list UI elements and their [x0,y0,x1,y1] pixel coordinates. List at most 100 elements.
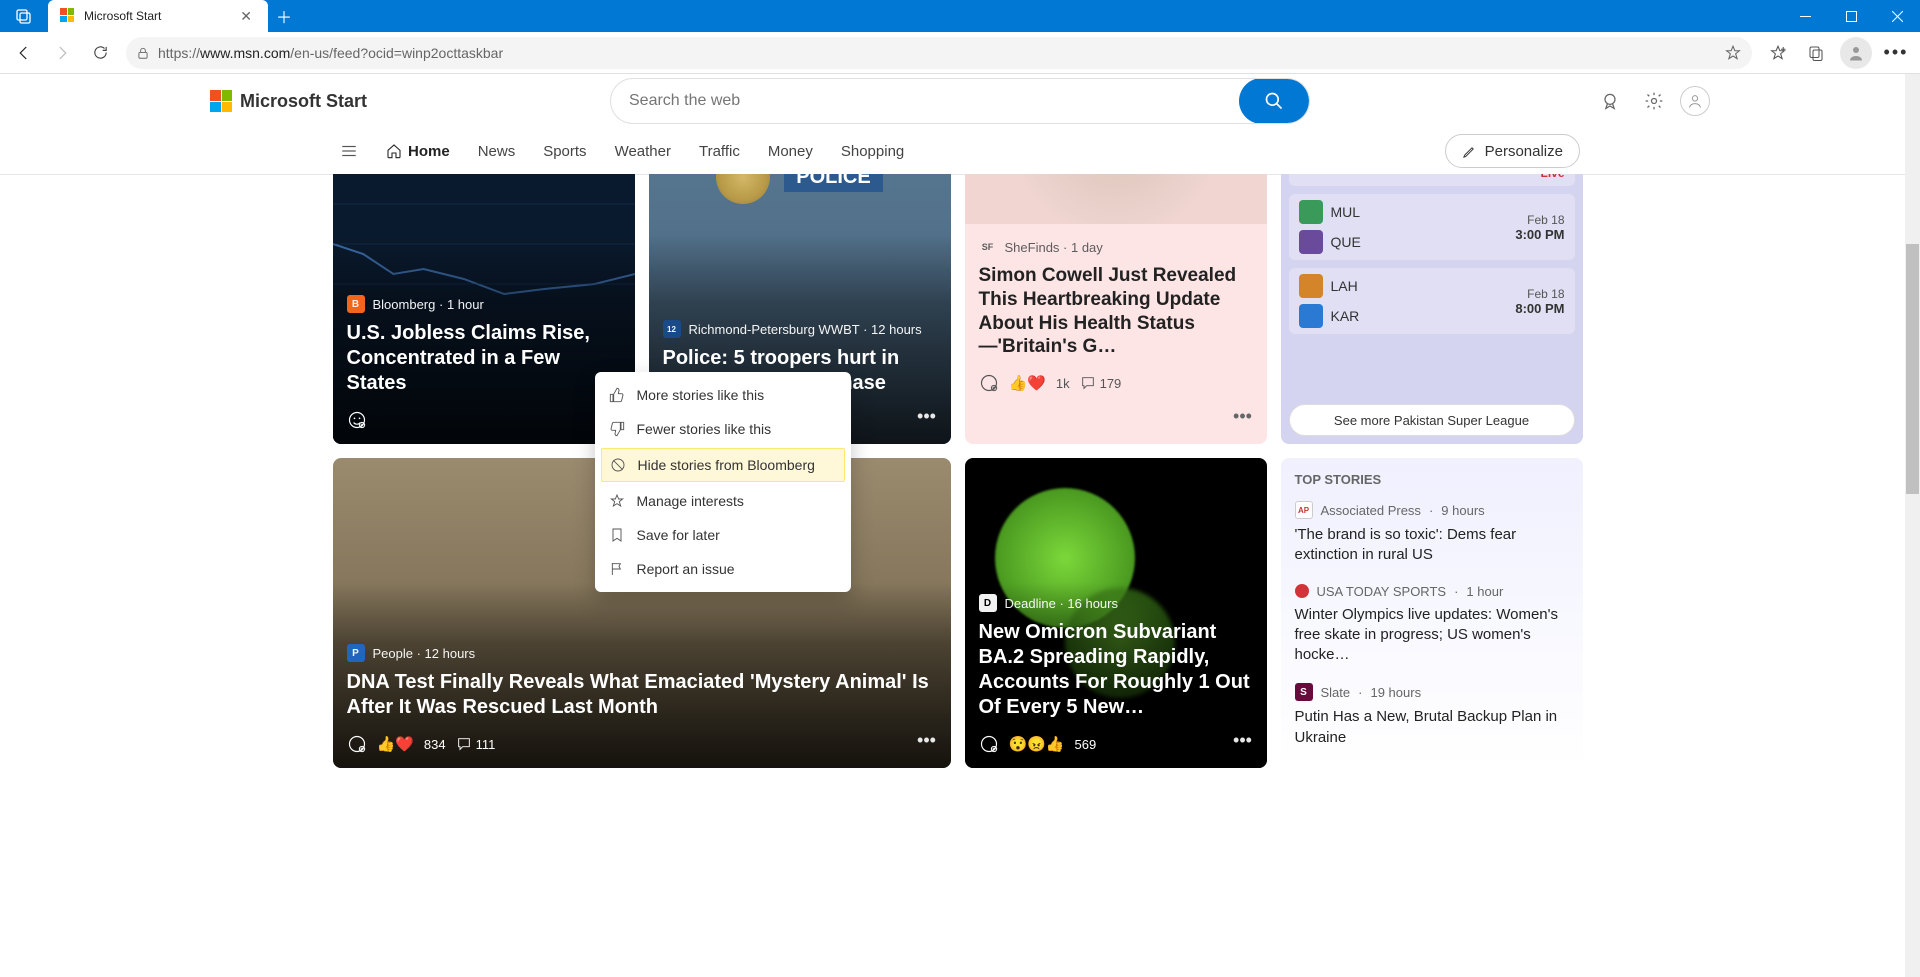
main-nav: Home News Sports Weather Traffic Money S… [330,128,1590,174]
back-button[interactable] [6,35,42,71]
settings-icon[interactable] [1636,83,1672,119]
nav-item-home[interactable]: Home [386,143,450,160]
reaction-count: 569 [1075,737,1097,752]
live-badge: Live [1299,174,1565,180]
card-source: People · 12 hours [373,646,476,661]
new-tab-button[interactable]: ＋ [268,0,300,32]
nav-item-weather[interactable]: Weather [615,143,671,160]
card-source: SheFinds · 1 day [1005,240,1103,255]
react-icon[interactable] [979,734,999,754]
nav-item-money[interactable]: Money [768,143,813,160]
window-minimize-button[interactable] [1782,0,1828,32]
news-card-deadline[interactable]: D Deadline · 16 hours New Omicron Subvar… [965,458,1267,768]
nav-item-traffic[interactable]: Traffic [699,143,740,160]
settings-more-button[interactable]: ••• [1878,35,1914,71]
story-title: 'The brand is so toxic': Dems fear extin… [1295,525,1569,566]
top-story-item[interactable]: SSlate · 19 hours Putin Has a New, Bruta… [1295,683,1569,748]
pencil-icon [1462,144,1477,159]
scrollbar-thumb[interactable] [1906,244,1919,494]
star-icon [609,493,625,509]
nav-menu-button[interactable] [340,142,358,160]
tab-close-button[interactable]: ✕ [236,8,256,25]
search-box [610,78,1310,124]
nav-item-news[interactable]: News [478,143,516,160]
source-badge-icon: SF [979,238,997,256]
menu-fewer-stories[interactable]: Fewer stories like this [595,412,851,446]
comment-icon[interactable]: 111 [456,736,496,752]
card-image [965,174,1267,224]
match-row[interactable]: MUL QUE Feb 183:00 PM [1289,194,1575,260]
reaction-count: 1k [1056,376,1070,391]
feed-grid: B Bloomberg · 1 hour U.S. Jobless Claims… [323,174,1583,788]
card-context-menu: More stories like this Fewer stories lik… [595,372,851,592]
nav-item-shopping[interactable]: Shopping [841,143,904,160]
card-source: Deadline · 16 hours [1005,596,1118,611]
card-more-button[interactable]: ••• [1229,726,1257,754]
tab-actions-button[interactable] [0,0,48,32]
bookmark-icon [609,527,625,543]
favorite-page-icon[interactable] [1724,44,1742,62]
source-badge-icon: D [979,594,997,612]
top-story-item[interactable]: APAssociated Press · 9 hours 'The brand … [1295,501,1569,566]
source-badge-icon: S [1295,683,1313,701]
browser-tab[interactable]: Microsoft Start ✕ [48,0,268,32]
reaction-count: 834 [424,737,446,752]
card-more-button[interactable]: ••• [913,726,941,754]
card-title: U.S. Jobless Claims Rise, Concentrated i… [347,321,621,396]
source-badge-icon: B [347,295,365,313]
menu-manage-interests[interactable]: Manage interests [595,484,851,518]
tab-title: Microsoft Start [84,9,228,23]
search-input[interactable] [629,92,1239,110]
see-more-sports-button[interactable]: See more Pakistan Super League [1289,404,1575,436]
microsoft-logo-icon [210,90,232,112]
top-story-item[interactable]: USA TODAY SPORTS · 1 hour Winter Olympic… [1295,584,1569,666]
address-bar[interactable]: https://www.msn.com/en-us/feed?ocid=winp… [126,37,1752,69]
window-close-button[interactable] [1874,0,1920,32]
collections-button[interactable] [1798,35,1834,71]
menu-hide-stories[interactable]: Hide stories from Bloomberg [601,448,845,482]
profile-button[interactable] [1840,37,1872,69]
card-more-button[interactable]: ••• [913,402,941,430]
menu-report-issue[interactable]: Report an issue [595,552,851,586]
match-row-live[interactable]: ISLYet to bat PES0/0 (0.0) Live [1289,174,1575,186]
card-title: Simon Cowell Just Revealed This Heartbre… [979,264,1253,359]
site-header: Microsoft Start [190,74,1730,128]
card-more-button[interactable]: ••• [1229,402,1257,430]
match-row[interactable]: LAH KAR Feb 188:00 PM [1289,268,1575,334]
tab-favicon-icon [60,8,76,24]
personalize-button[interactable]: Personalize [1445,134,1580,168]
card-source: Bloomberg · 1 hour [373,297,484,312]
home-icon [386,143,402,159]
account-button[interactable] [1680,86,1710,116]
top-stories-widget: TOP STORIES APAssociated Press · 9 hours… [1281,458,1583,768]
menu-save-later[interactable]: Save for later [595,518,851,552]
react-icon[interactable] [979,373,999,393]
react-icon[interactable] [347,734,367,754]
reaction-emojis: 👍❤️ [1009,374,1046,392]
hide-icon [610,457,626,473]
refresh-button[interactable] [82,35,118,71]
vertical-scrollbar[interactable] [1905,74,1920,977]
news-card-bloomberg[interactable]: B Bloomberg · 1 hour U.S. Jobless Claims… [333,174,635,444]
forward-button[interactable] [44,35,80,71]
favorites-button[interactable] [1760,35,1796,71]
widget-title: TOP STORIES [1295,472,1569,487]
story-title: Putin Has a New, Brutal Backup Plan in U… [1295,707,1569,748]
sports-widget: ISLYet to bat PES0/0 (0.0) Live MUL QUE … [1281,174,1583,444]
react-icon[interactable] [347,410,367,430]
rewards-icon[interactable] [1592,83,1628,119]
source-badge-icon: P [347,644,365,662]
url-text: https://www.msn.com/en-us/feed?ocid=winp… [158,45,1716,61]
brand-logo[interactable]: Microsoft Start [210,90,367,112]
nav-label: Home [408,143,450,160]
nav-item-sports[interactable]: Sports [543,143,586,160]
news-card-shefinds[interactable]: SF SheFinds · 1 day Simon Cowell Just Re… [965,174,1267,444]
brand-name: Microsoft Start [240,91,367,112]
menu-more-stories[interactable]: More stories like this [595,378,851,412]
flag-icon [609,561,625,577]
comment-icon[interactable]: 179 [1080,375,1122,391]
window-title-bar: Microsoft Start ✕ ＋ [0,0,1920,32]
search-button[interactable] [1239,78,1309,124]
reaction-emojis: 👍❤️ [377,735,414,753]
window-maximize-button[interactable] [1828,0,1874,32]
